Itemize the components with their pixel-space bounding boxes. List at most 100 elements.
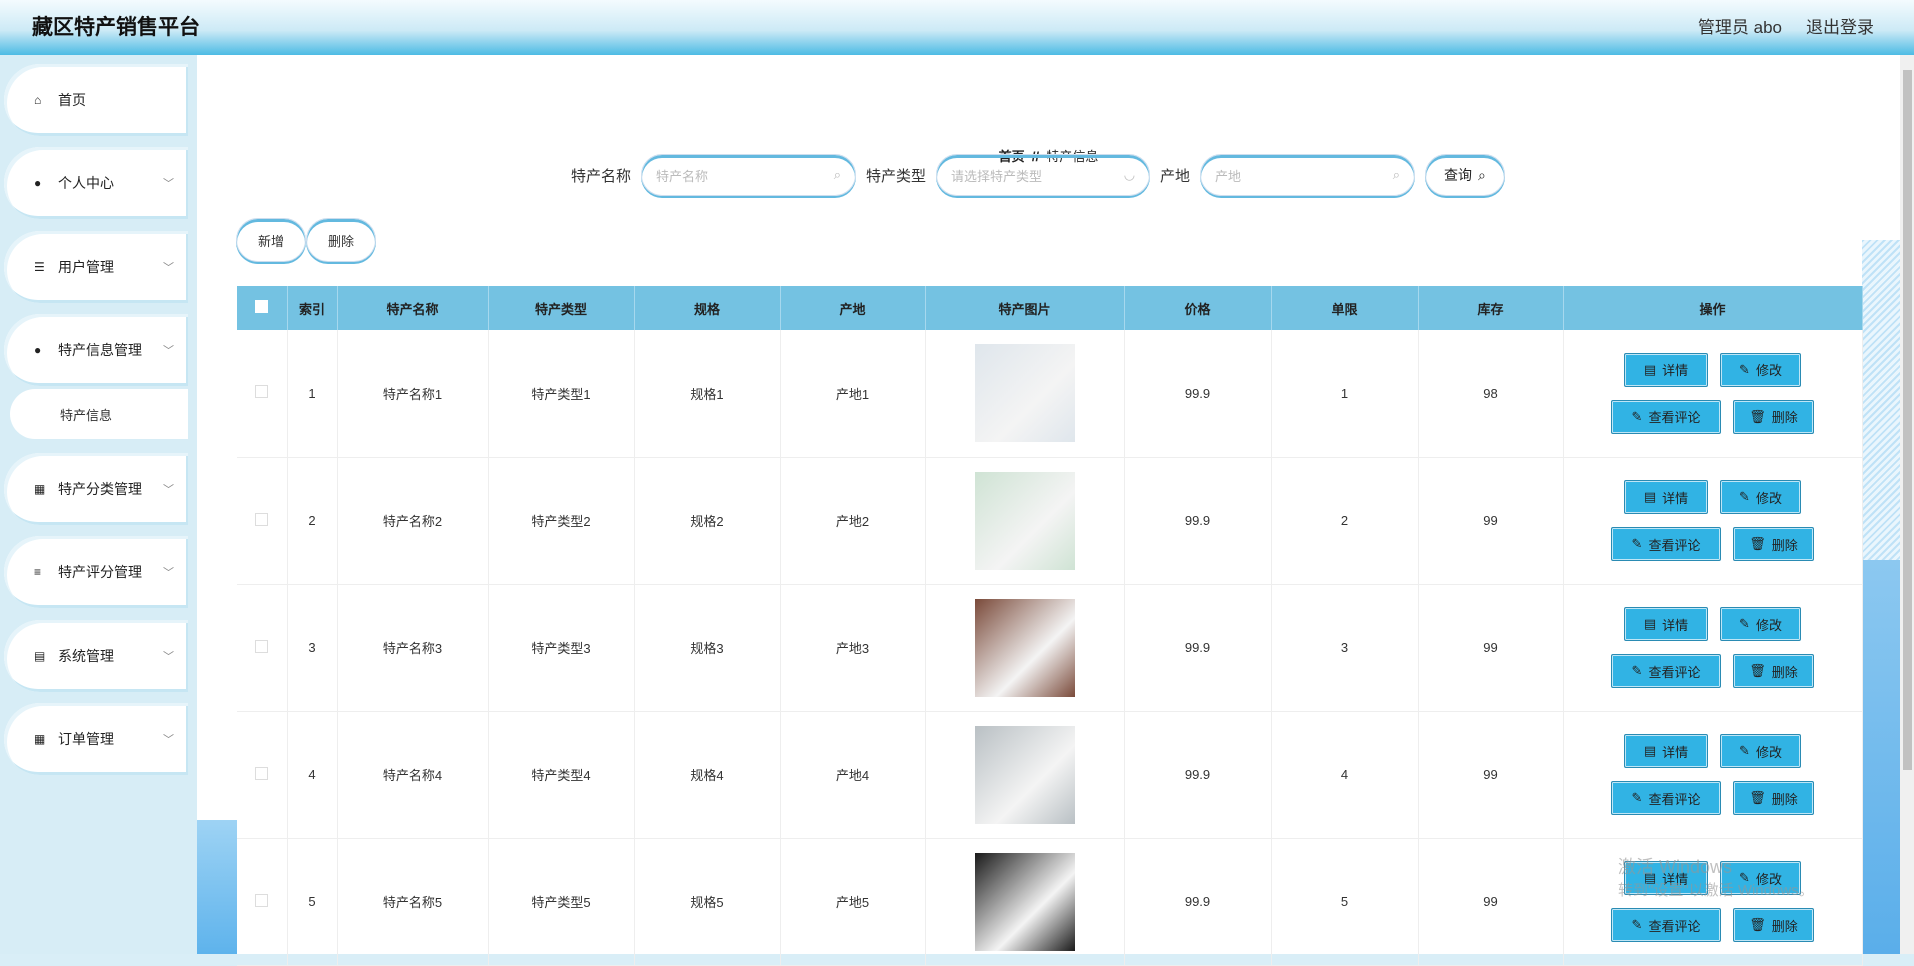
ops-cell: ▤ 详情 ✎ 修改 ✎ 查看评论 🗑 删除 xyxy=(1563,838,1863,966)
add-button[interactable]: 新增 xyxy=(236,218,306,262)
delete-button[interactable]: 🗑 删除 xyxy=(1733,781,1814,815)
label: 查看评论 xyxy=(1648,410,1701,426)
sidebar-item-label: 个人中心 xyxy=(58,175,114,191)
ops-cell: ▤ 详情 ✎ 修改 ✎ 查看评论 🗑 删除 xyxy=(1563,457,1863,585)
label: 查看评论 xyxy=(1648,664,1701,680)
row-checkbox[interactable] xyxy=(255,893,269,907)
price-cell: 99.9 xyxy=(1124,330,1272,458)
detail-button[interactable]: ▤ 详情 xyxy=(1624,480,1708,514)
chevron-down-icon: ﹀ xyxy=(163,651,174,663)
label: 查看评论 xyxy=(1648,537,1701,553)
sidebar-subitem-product-info[interactable]: 特产信息 xyxy=(10,389,188,439)
column-header: 库存 xyxy=(1418,286,1564,330)
view-comments-button[interactable]: ✎ 查看评论 xyxy=(1611,908,1721,942)
name-cell: 特产名称1 xyxy=(337,330,489,458)
sidebar-item-label: 特产评分管理 xyxy=(58,564,142,580)
table-row: 2 特产名称2 特产类型2 规格2 产地2 99.9 2 99 ▤ 详情 ✎ 修改 … xyxy=(237,457,1863,585)
column-header: 索引 xyxy=(287,286,338,330)
sidebar-item-label: 特产分类管理 xyxy=(58,481,142,497)
sidebar-item-label: 订单管理 xyxy=(58,731,114,747)
sidebar-item[interactable]: ≡ 特产评分管理 ﹀ xyxy=(4,536,188,608)
edit-button[interactable]: ✎ 修改 xyxy=(1720,734,1801,768)
label: 查看评论 xyxy=(1648,918,1701,934)
delete-button[interactable]: 🗑 删除 xyxy=(1733,908,1814,942)
product-image[interactable] xyxy=(974,598,1075,697)
column-header: 特产图片 xyxy=(925,286,1125,330)
row-checkbox[interactable] xyxy=(255,385,269,399)
view-comments-button[interactable]: ✎ 查看评论 xyxy=(1611,781,1721,815)
name-cell: 特产名称5 xyxy=(337,838,489,966)
type-cell: 特产类型4 xyxy=(488,711,635,839)
product-image[interactable] xyxy=(974,471,1075,570)
edit-icon: ✎ xyxy=(1739,616,1750,631)
edit-button[interactable]: ✎ 修改 xyxy=(1720,861,1801,895)
ops-cell: ▤ 详情 ✎ 修改 ✎ 查看评论 🗑 删除 xyxy=(1563,584,1863,712)
admin-user[interactable]: 管理员 abo xyxy=(1698,13,1782,38)
view-comments-button[interactable]: ✎ 查看评论 xyxy=(1611,654,1721,688)
edit-icon: ✎ xyxy=(1631,536,1643,551)
column-header: 单限 xyxy=(1271,286,1419,330)
name-search-input[interactable]: 特产名称 ⌕ xyxy=(641,154,857,196)
label: 详情 xyxy=(1662,363,1689,379)
sidebar-item[interactable]: ▦ 特产分类管理 ﹀ xyxy=(4,453,188,525)
origin-search-input[interactable]: 产地 ⌕ xyxy=(1200,154,1416,196)
row-checkbox[interactable] xyxy=(255,512,269,526)
scrollbar-thumb[interactable] xyxy=(1903,70,1912,770)
batch-delete-button[interactable]: 删除 xyxy=(306,218,376,262)
query-button[interactable]: 查询 ⌕ xyxy=(1425,154,1505,196)
index-cell: 1 xyxy=(287,330,338,458)
sidebar-item[interactable]: ● 特产信息管理 ﹀ xyxy=(4,314,188,386)
list-icon: ☰ xyxy=(34,260,45,274)
edit-button[interactable]: ✎ 修改 xyxy=(1720,352,1801,387)
app-title: 藏区特产销售平台 xyxy=(32,16,200,39)
decoration xyxy=(1862,560,1900,954)
sidebar-item[interactable]: ▤ 系统管理 ﹀ xyxy=(4,620,188,692)
edit-button[interactable]: ✎ 修改 xyxy=(1720,607,1801,641)
detail-button[interactable]: ▤ 详情 xyxy=(1624,734,1708,768)
sidebar-item[interactable]: ☰ 用户管理 ﹀ xyxy=(4,231,188,303)
logout-link[interactable]: 退出登录 xyxy=(1806,13,1874,38)
sidebar-item[interactable]: ▦ 订单管理 ﹀ xyxy=(4,703,188,775)
label: 详情 xyxy=(1662,617,1689,633)
index-cell: 3 xyxy=(287,584,338,712)
view-comments-button[interactable]: ✎ 查看评论 xyxy=(1611,399,1721,434)
chevron-down-icon: ﹀ xyxy=(163,345,174,357)
edit-icon: ✎ xyxy=(1739,870,1750,885)
select-all-checkbox[interactable] xyxy=(255,300,269,313)
stock-cell: 99 xyxy=(1418,838,1564,966)
type-select[interactable]: 请选择特产类型 ◡ xyxy=(936,154,1151,196)
document-icon: ▤ xyxy=(1643,743,1657,758)
type-cell: 特产类型5 xyxy=(488,838,635,966)
sidebar-item[interactable]: ⌂ 首页 xyxy=(4,64,188,136)
product-image[interactable] xyxy=(974,725,1075,824)
product-image[interactable] xyxy=(974,344,1075,443)
edit-icon: ✎ xyxy=(1739,743,1750,758)
detail-button[interactable]: ▤ 详情 xyxy=(1624,607,1708,641)
edit-button[interactable]: ✎ 修改 xyxy=(1720,480,1801,514)
clipboard-icon: ▤ xyxy=(34,649,46,663)
origin-cell: 产地3 xyxy=(780,584,926,712)
detail-button[interactable]: ▤ 详情 xyxy=(1624,352,1708,387)
delete-button[interactable]: 🗑 删除 xyxy=(1733,654,1814,688)
sidebar: ⌂ 首页 ● 个人中心 ﹀ ☰ 用户管理 ﹀ ● 特产信息管理 ﹀ ▦ 特产分类管理 ﹀ ≡ 特产评分管理 ﹀ ▤… xyxy=(0,55,197,954)
index-cell: 2 xyxy=(287,457,338,585)
select-cell xyxy=(237,584,288,712)
trash-icon: 🗑 xyxy=(1749,536,1766,551)
price-cell: 99.9 xyxy=(1124,838,1272,966)
sliders-icon: ≡ xyxy=(34,565,42,579)
delete-button[interactable]: 🗑 删除 xyxy=(1733,527,1814,561)
chevron-down-icon: ﹀ xyxy=(163,734,174,746)
type-cell: 特产类型1 xyxy=(488,330,635,458)
view-comments-button[interactable]: ✎ 查看评论 xyxy=(1611,527,1721,561)
detail-button[interactable]: ▤ 详情 xyxy=(1624,861,1708,895)
table-row: 5 特产名称5 特产类型5 规格5 产地5 99.9 5 99 ▤ 详情 ✎ 修改 … xyxy=(237,838,1863,966)
delete-button[interactable]: 🗑 删除 xyxy=(1733,399,1814,434)
edit-icon: ✎ xyxy=(1739,361,1750,377)
product-image[interactable] xyxy=(974,852,1075,951)
row-checkbox[interactable] xyxy=(255,639,269,653)
limit-cell: 1 xyxy=(1271,330,1419,458)
row-checkbox[interactable] xyxy=(255,766,269,780)
sidebar-item[interactable]: ● 个人中心 ﹀ xyxy=(4,147,188,219)
ops-cell: ▤ 详情 ✎ 修改 ✎ 查看评论 🗑 删除 xyxy=(1563,711,1863,839)
label: 详情 xyxy=(1662,871,1689,887)
